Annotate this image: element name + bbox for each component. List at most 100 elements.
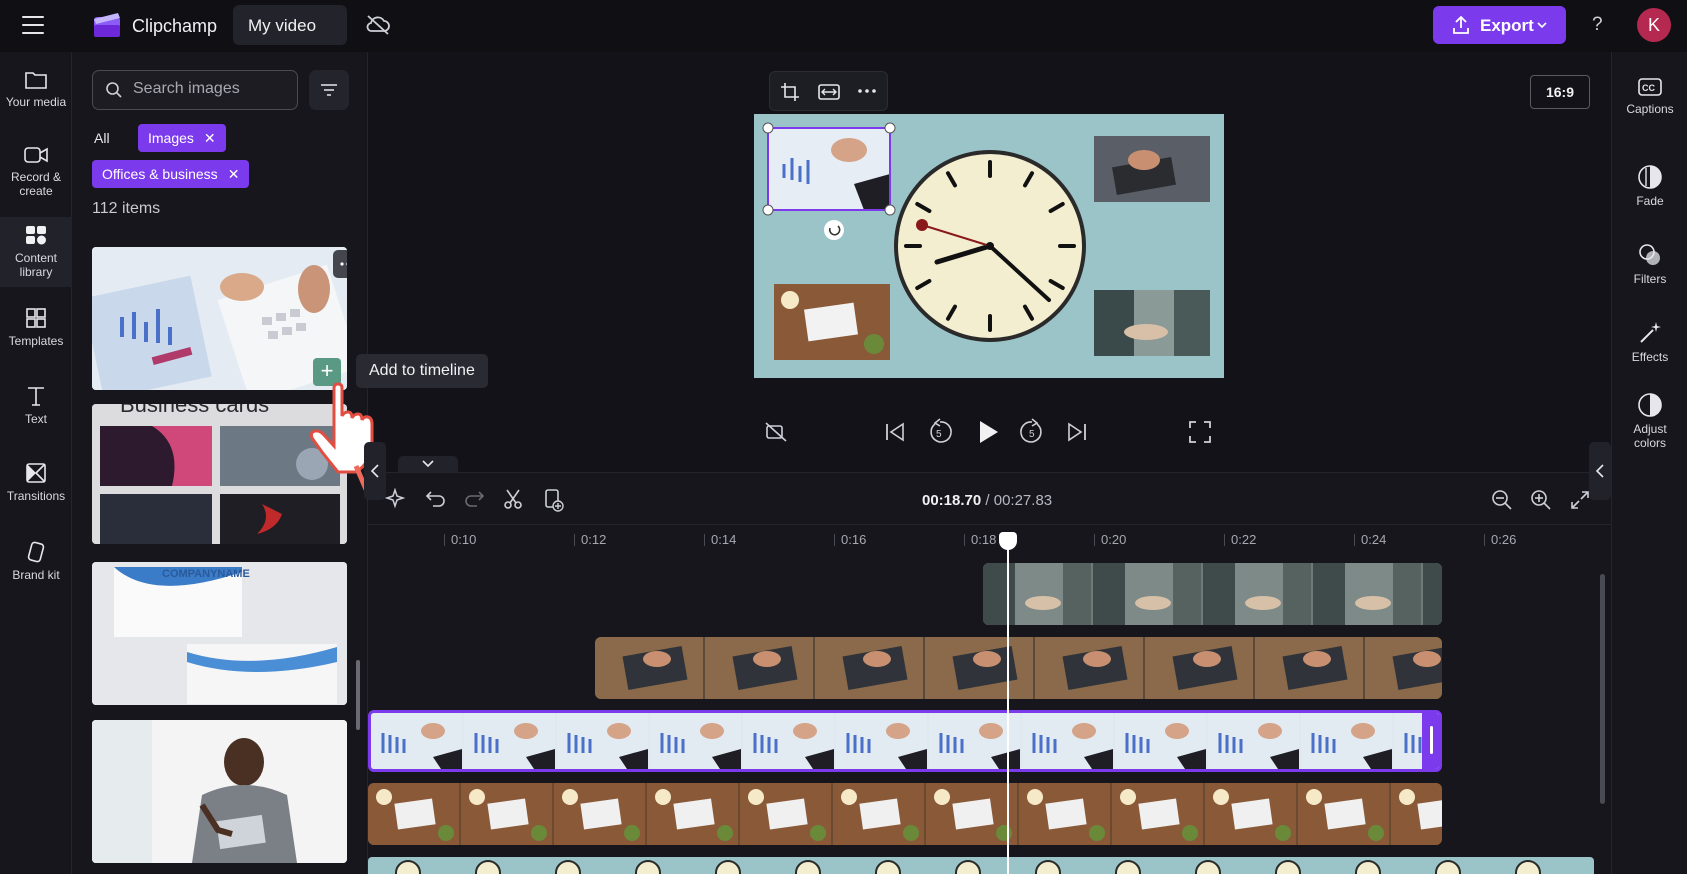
hide-preview-icon[interactable] <box>764 420 788 444</box>
search-box[interactable] <box>92 70 298 110</box>
zoom-in-icon[interactable] <box>1530 489 1552 511</box>
nav-label: Transitions <box>6 489 66 503</box>
desk-topview-filmstrip <box>368 783 1442 845</box>
nav-label: Your media <box>5 95 67 109</box>
timeline-clip-laptop-desk[interactable] <box>595 637 1442 699</box>
stationery-image <box>92 562 347 705</box>
video-canvas[interactable] <box>754 114 1224 378</box>
skip-to-end-icon[interactable] <box>1066 420 1088 444</box>
split-icon[interactable] <box>502 488 524 510</box>
collapse-timeline-tab[interactable] <box>398 456 458 472</box>
businessman-tablet-image <box>92 720 347 863</box>
nav-label: Fade <box>1636 194 1664 208</box>
rewind-5-icon[interactable]: 5 <box>926 418 954 446</box>
collapse-media-panel[interactable] <box>364 442 386 500</box>
ruler-label: 0:18 <box>971 532 997 547</box>
search-icon <box>106 82 122 98</box>
chip-offices-business[interactable]: Offices & business ✕ <box>92 160 250 188</box>
chevron-left-icon <box>370 464 379 478</box>
skip-to-start-icon[interactable] <box>884 420 906 444</box>
chip-images[interactable]: Images ✕ <box>138 124 226 152</box>
image-thumbnail-businessman-tablet[interactable] <box>92 720 347 863</box>
nav-text[interactable]: Text <box>0 384 72 426</box>
fullscreen-icon[interactable] <box>1189 421 1211 443</box>
nav-content-library[interactable]: Content library <box>0 217 72 287</box>
fit-icon[interactable] <box>818 82 840 102</box>
nav-brand-kit[interactable]: Brand kit <box>0 540 72 582</box>
nav-record-create[interactable]: Record & create <box>0 144 72 198</box>
filter-all[interactable]: All <box>94 130 110 146</box>
nav-transitions[interactable]: Transitions <box>0 461 72 503</box>
playhead[interactable] <box>1007 534 1009 874</box>
forward-5-icon[interactable]: 5 <box>1018 418 1046 446</box>
ruler-tick <box>1484 534 1485 546</box>
project-title[interactable]: My video <box>233 5 347 45</box>
close-icon[interactable]: ✕ <box>228 166 240 182</box>
chevron-down-icon <box>422 460 434 468</box>
timeline-scrollbar[interactable] <box>1600 574 1605 804</box>
timeline-clip-clock-background[interactable] <box>368 857 1594 874</box>
help-icon[interactable]: ? <box>1592 14 1603 36</box>
export-button[interactable]: Export <box>1433 6 1566 44</box>
nav-label: Brand kit <box>12 568 60 582</box>
fit-timeline-icon[interactable] <box>1569 489 1591 511</box>
svg-text:5: 5 <box>1029 429 1035 440</box>
business-cards-text: Business cards <box>120 404 270 417</box>
cloud-off-icon[interactable] <box>365 13 391 37</box>
undo-icon[interactable] <box>425 488 447 510</box>
chevron-down-icon <box>1537 22 1547 29</box>
nav-label: Captions <box>1626 102 1674 116</box>
effects-icon <box>1640 322 1661 343</box>
left-nav: Your media Record & create Content libra… <box>0 52 72 874</box>
nav-templates[interactable]: Templates <box>0 306 72 348</box>
nav-label: Effects <box>1631 350 1669 364</box>
avatar[interactable]: K <box>1637 8 1671 42</box>
menu-icon[interactable] <box>22 16 44 34</box>
nav-filters[interactable]: Filters <box>1612 242 1687 286</box>
more-icon[interactable] <box>858 89 876 93</box>
nav-adjust-colors[interactable]: Adjust colors <box>1612 392 1687 450</box>
nav-fade[interactable]: Fade <box>1612 164 1687 208</box>
ruler-label: 0:20 <box>1101 532 1127 547</box>
nav-your-media[interactable]: Your media <box>0 69 72 109</box>
clip-trim-handle[interactable] <box>1422 713 1439 769</box>
more-options-button[interactable] <box>333 250 347 278</box>
folder-icon <box>25 72 47 89</box>
ruler-tick <box>1354 534 1355 546</box>
nav-label: Record & create <box>10 170 62 198</box>
collapse-properties-panel[interactable] <box>1589 442 1611 500</box>
ruler-divider <box>368 524 1611 525</box>
nav-captions[interactable]: CC Captions <box>1612 76 1687 116</box>
ruler-tick <box>1094 534 1095 546</box>
nav-effects[interactable]: Effects <box>1612 320 1687 364</box>
magic-icon[interactable] <box>385 488 407 510</box>
right-nav: CC Captions Fade Filters Effects Adjust … <box>1611 52 1687 874</box>
search-input[interactable] <box>133 80 288 98</box>
ruler-tick <box>444 534 445 546</box>
time-separator: / <box>981 492 994 509</box>
timeline-clip-handshake[interactable] <box>983 563 1442 625</box>
ruler-tick <box>704 534 705 546</box>
text-icon <box>28 387 44 406</box>
office-laptop-image <box>92 247 347 390</box>
aspect-ratio-button[interactable]: 16:9 <box>1530 75 1590 109</box>
timeline-clip-desk-topview[interactable] <box>368 783 1442 845</box>
ruler-label: 0:24 <box>1361 532 1387 547</box>
current-time: 00:18.70 <box>922 492 982 509</box>
redo-icon[interactable] <box>463 488 485 510</box>
playhead-handle[interactable] <box>999 532 1017 550</box>
image-thumbnail-office-laptop[interactable] <box>92 247 347 390</box>
filter-button[interactable] <box>309 70 349 110</box>
play-icon[interactable] <box>976 419 1000 445</box>
chip-label: Offices & business <box>102 166 218 182</box>
timeline-clip-office-laptop-selected[interactable] <box>368 710 1442 772</box>
duplicate-icon[interactable] <box>543 488 565 512</box>
close-icon[interactable]: ✕ <box>204 130 216 146</box>
ruler-label: 0:14 <box>711 532 737 547</box>
clock-filmstrip <box>395 860 1541 874</box>
zoom-out-icon[interactable] <box>1491 489 1513 511</box>
image-thumbnail-company-stationery[interactable]: COMPANYNAME <box>92 562 347 705</box>
filters-icon <box>1639 244 1660 265</box>
crop-icon[interactable] <box>780 82 800 102</box>
ruler-tick <box>964 534 965 546</box>
